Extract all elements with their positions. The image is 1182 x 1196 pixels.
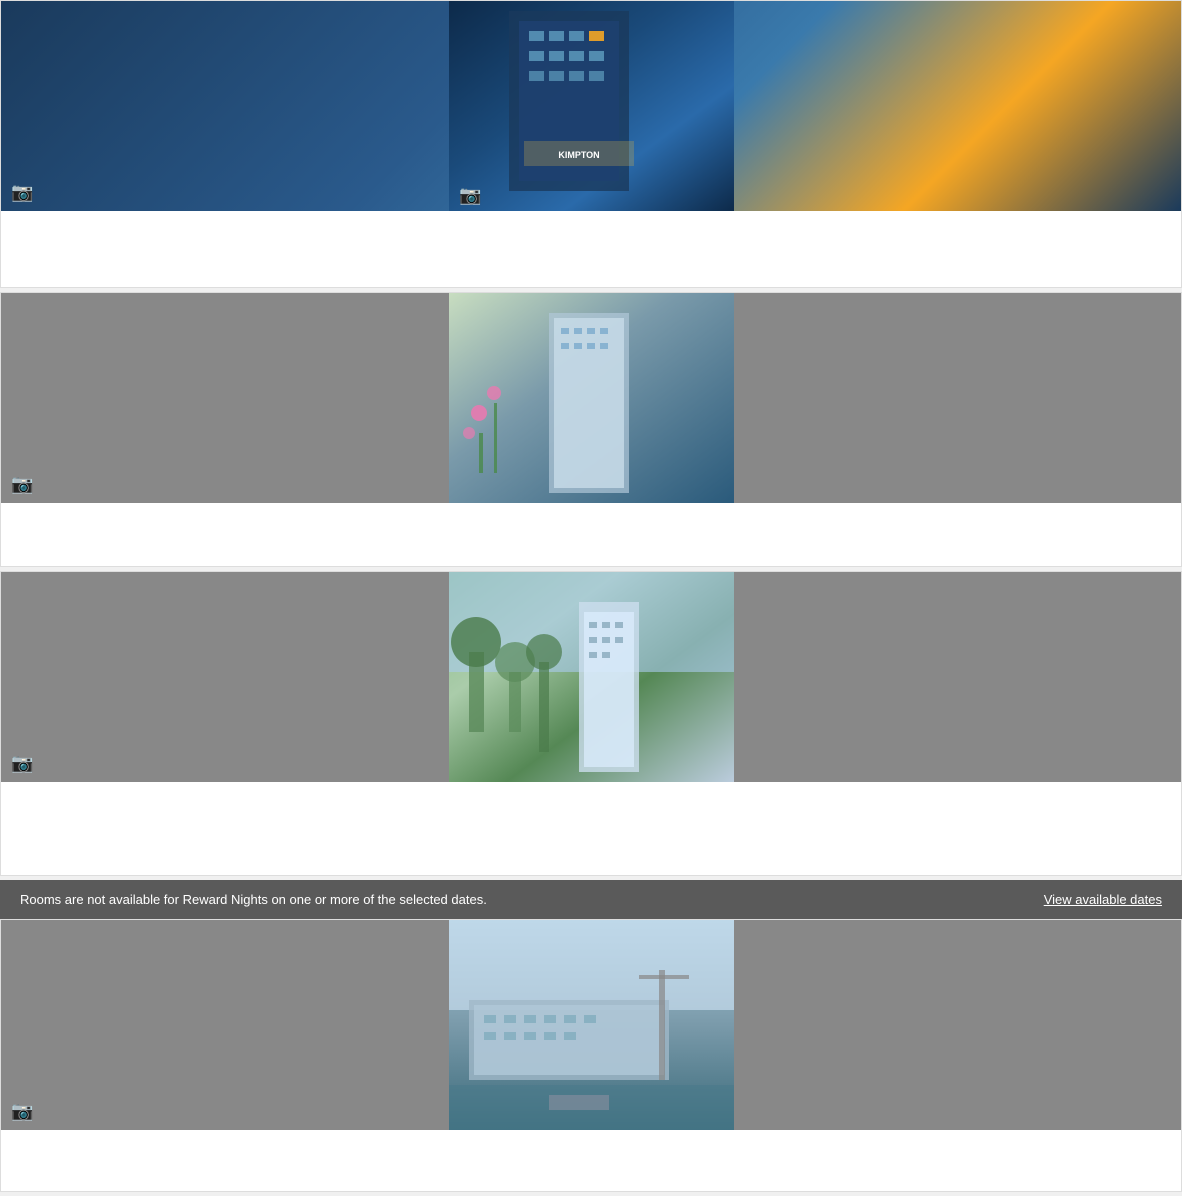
- view-available-dates-link[interactable]: View available dates: [1044, 892, 1162, 907]
- svg-text:📷: 📷: [459, 185, 481, 205]
- hotel-card-strings: 📷 i InterContinental The Strings Tokyo ★…: [0, 571, 1182, 876]
- hotel-list: KIMPTON 📷 📷 KIMPTON Kimpton Shinjuku Tok…: [0, 0, 1182, 1192]
- svg-text:KIMPTON: KIMPTON: [558, 150, 599, 160]
- hotel-card-intercontinental-tokyo: 📷 i InterContinental Tokyo ★★★★½ 4.3 |: [0, 292, 1182, 567]
- hotel-image-yokohama: 📷: [1, 920, 1181, 1130]
- notification-message: Rooms are not available for Reward Night…: [20, 892, 487, 907]
- camera-icon-intercontinental: 📷: [11, 474, 33, 495]
- camera-icon-strings: 📷: [11, 753, 33, 774]
- camera-icon-yokohama: 📷: [11, 1101, 33, 1122]
- hotel-image-intercontinental: 📷: [1, 293, 1181, 503]
- hotel-image-strings: 📷: [1, 572, 1181, 782]
- camera-icon-kimpton: 📷: [11, 182, 33, 203]
- hotel-card-yokohama: 📷 i InterContinental Yokohama Pier 8 ★★★…: [0, 919, 1182, 1192]
- notification-bar: Rooms are not available for Reward Night…: [0, 880, 1182, 919]
- hotel-image-kimpton: KIMPTON 📷 📷: [1, 1, 1181, 211]
- hotel-card-kimpton: KIMPTON 📷 📷 KIMPTON Kimpton Shinjuku Tok…: [0, 0, 1182, 288]
